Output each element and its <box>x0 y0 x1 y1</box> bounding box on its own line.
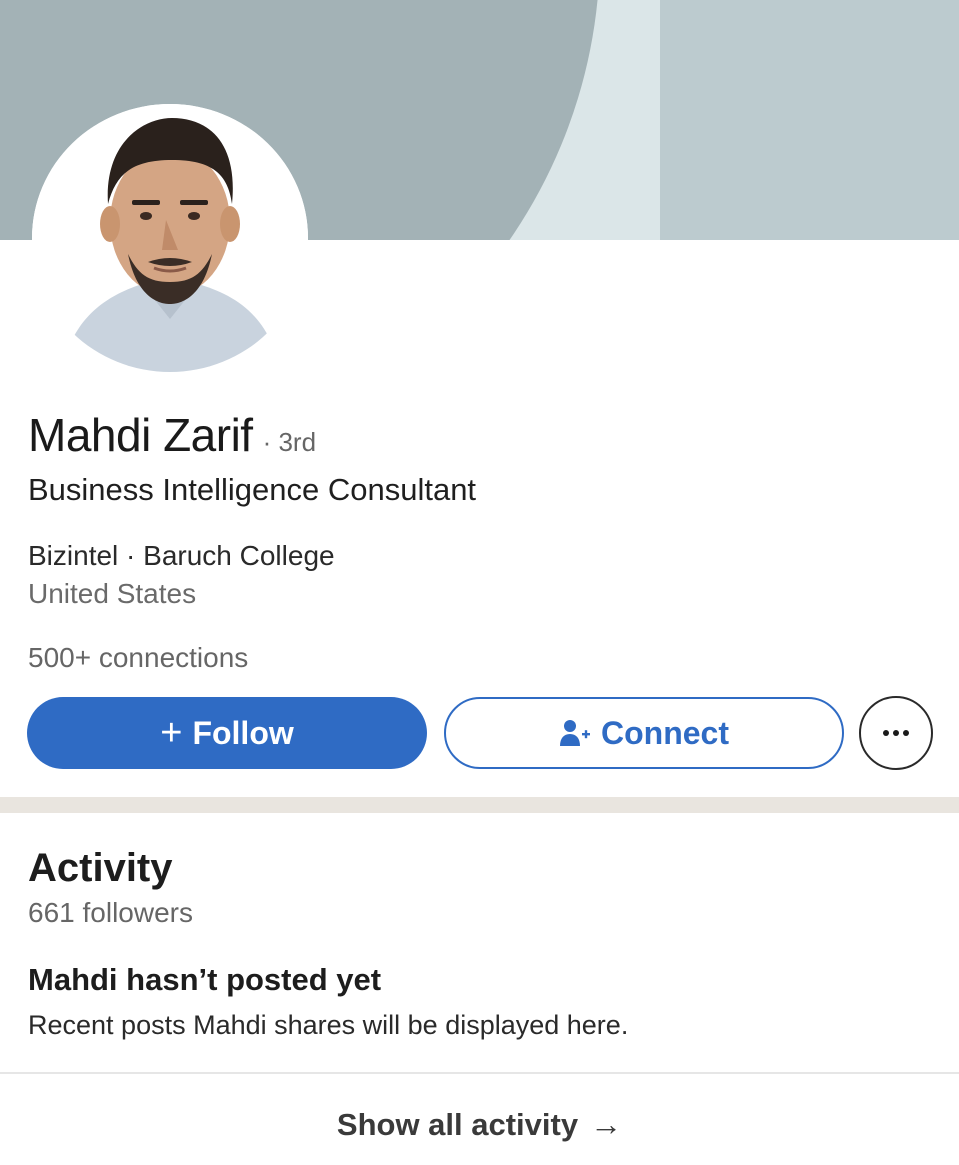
connect-label: Connect <box>601 714 729 751</box>
profile-location: United States <box>28 578 197 609</box>
arrow-right-icon: → <box>590 1106 623 1142</box>
follow-button[interactable]: + Follow <box>27 697 427 769</box>
followers-count: 661 followers <box>28 897 193 928</box>
profile-avatar[interactable] <box>32 104 308 372</box>
profile-headline: Business Intelligence Consultant <box>28 472 477 507</box>
show-all-label: Show all activity <box>336 1106 579 1142</box>
more-actions-button[interactable] <box>859 696 933 770</box>
empty-activity-description: Recent posts Mahdi shares will be displa… <box>28 1010 629 1040</box>
connection-degree: · 3rd <box>262 427 317 457</box>
activity-heading: Activity <box>28 846 173 890</box>
connect-button[interactable]: Connect <box>444 697 844 769</box>
plus-icon: + <box>160 712 183 754</box>
ellipsis-icon <box>883 730 889 736</box>
add-person-icon <box>560 720 590 746</box>
cover-band <box>660 0 959 240</box>
profile-name: Mahdi Zarif <box>28 409 253 461</box>
follow-label: Follow <box>192 714 294 751</box>
profile-organization: Bizintel · Baruch College <box>28 540 335 571</box>
section-divider <box>0 797 959 813</box>
empty-activity-title: Mahdi hasn’t posted yet <box>28 962 382 997</box>
connections-count[interactable]: 500+ connections <box>28 642 248 674</box>
show-all-activity-link[interactable]: Show all activity → <box>0 1106 959 1143</box>
activity-divider <box>0 1072 959 1074</box>
